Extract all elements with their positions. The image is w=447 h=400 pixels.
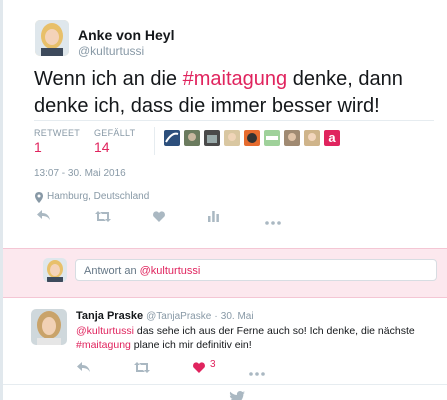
- liker-avatar[interactable]: [224, 130, 240, 146]
- reply-author-handle[interactable]: @TanjaPraske: [146, 311, 211, 322]
- reply-text-part1: das sehe ich aus der Ferne auch so! Ich …: [133, 325, 415, 337]
- author-avatar[interactable]: [35, 20, 69, 56]
- location-pin-icon: [35, 190, 43, 208]
- tweet-location[interactable]: Hamburg, Deutschland: [47, 191, 149, 202]
- reply-input[interactable]: Antwort an @kulturtussi: [75, 259, 437, 281]
- liker-avatar[interactable]: [304, 130, 320, 146]
- reply-hashtag[interactable]: #maitagung: [76, 339, 131, 351]
- liker-avatar[interactable]: [244, 130, 260, 146]
- reply-input-prefix: Antwort an: [84, 265, 140, 277]
- reply-text-part2: plane ich mir definitiv ein!: [130, 339, 252, 351]
- analytics-icon[interactable]: [208, 209, 219, 227]
- tweet-text: Wenn ich an die #maitagung denke, dann d…: [34, 66, 434, 120]
- likes-count[interactable]: 14: [94, 139, 110, 155]
- tweet-hashtag[interactable]: #maitagung: [183, 68, 288, 90]
- tweet-detail-panel: Anke von Heyl @kulturtussi Wenn ich an d…: [3, 0, 447, 400]
- reply-like-count: 3: [210, 359, 216, 370]
- reply-reply-icon[interactable]: [77, 360, 90, 378]
- like-icon[interactable]: [153, 209, 165, 227]
- liker-avatar[interactable]: [264, 130, 280, 146]
- reply-mention[interactable]: @kulturtussi: [76, 325, 134, 337]
- reply-date[interactable]: 30. Mai: [221, 311, 254, 322]
- reply-liked-heart-icon[interactable]: [193, 360, 205, 378]
- reply-separator: ·: [214, 311, 218, 322]
- likes-label: GEFÄLLT: [94, 128, 136, 138]
- a-logo-icon[interactable]: a: [324, 130, 340, 146]
- reply-composer: Antwort an @kulturtussi: [3, 248, 447, 298]
- reply-text: @kulturtussi das sehe ich aus der Ferne …: [76, 324, 431, 352]
- reply-more-icon[interactable]: [249, 363, 265, 381]
- retweet-icon[interactable]: [95, 209, 111, 227]
- retweets-count[interactable]: 1: [34, 139, 42, 155]
- author-name[interactable]: Anke von Heyl: [78, 27, 174, 43]
- reply-icon[interactable]: [37, 208, 50, 226]
- liker-avatar[interactable]: [164, 130, 180, 146]
- liker-avatar[interactable]: [204, 130, 220, 146]
- reply-header: Tanja Praske @TanjaPraske · 30. Mai: [76, 310, 254, 322]
- liker-avatar[interactable]: [184, 130, 200, 146]
- twitter-bird-icon: [229, 391, 245, 400]
- more-icon[interactable]: [265, 212, 281, 230]
- tweet-text-part1: Wenn ich an die: [34, 68, 183, 90]
- reply-author-avatar[interactable]: [31, 309, 67, 345]
- liker-avatar[interactable]: [284, 130, 300, 146]
- tweet-timestamp[interactable]: 13:07 - 30. Mai 2016: [34, 168, 126, 179]
- reply-retweet-icon[interactable]: [134, 360, 150, 378]
- current-user-avatar: [43, 258, 67, 282]
- reply-input-mention: @kulturtussi: [139, 265, 201, 277]
- retweets-label: RETWEET: [34, 128, 81, 138]
- reply-author-name[interactable]: Tanja Praske: [76, 310, 143, 322]
- author-handle[interactable]: @kulturtussi: [78, 44, 144, 58]
